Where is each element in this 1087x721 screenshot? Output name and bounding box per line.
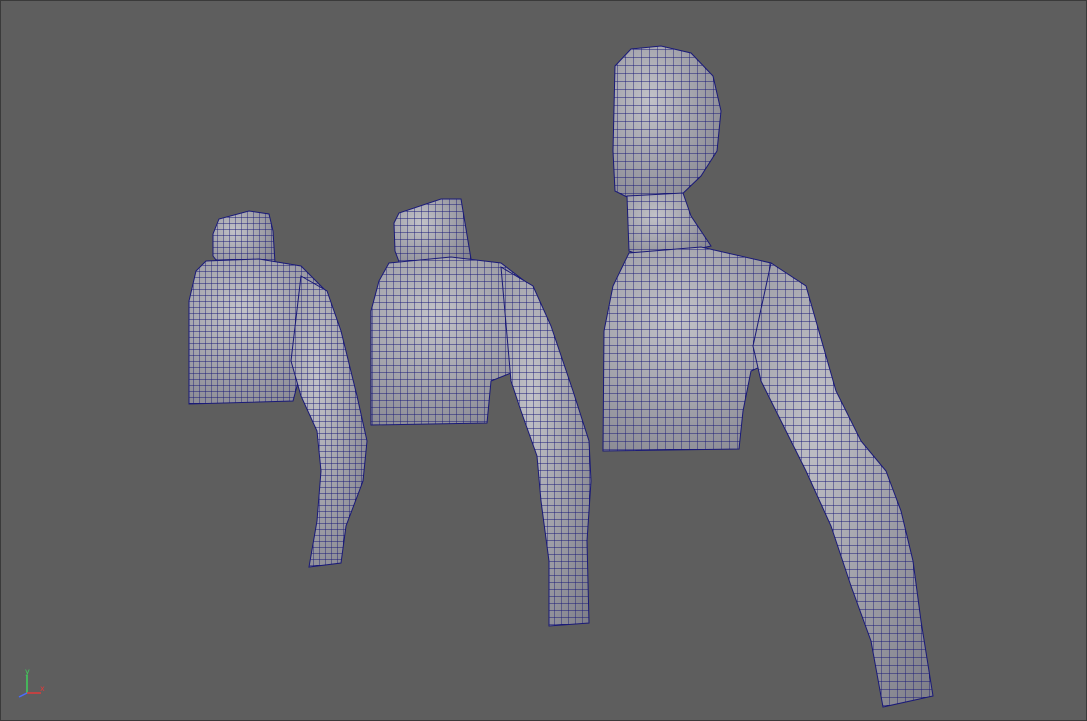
axis-y-label: y (25, 667, 30, 676)
mesh-model-2[interactable] (370, 198, 592, 627)
mesh-model-3[interactable] (602, 45, 934, 708)
axis-x-label: x (40, 684, 45, 693)
axis-gizmo: y x (11, 665, 51, 701)
mesh-model-1[interactable] (188, 210, 368, 568)
scene-canvas[interactable] (1, 1, 1086, 720)
3d-viewport[interactable]: y x (0, 0, 1087, 721)
